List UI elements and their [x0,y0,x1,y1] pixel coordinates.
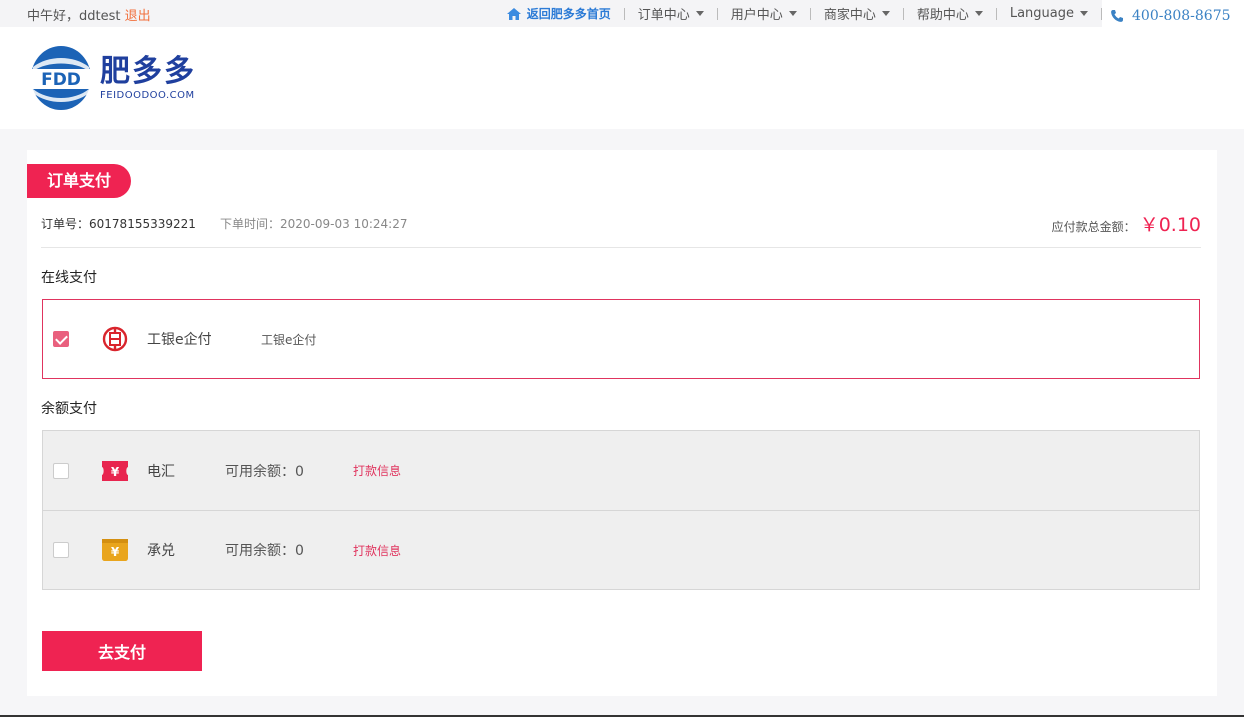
payment-option-icbc[interactable]: 工银e企付 工银e企付 [42,299,1200,379]
nav-user-center[interactable]: 用户中心 [718,4,810,23]
nav-label: 订单中心 [637,8,690,23]
svg-text:¥: ¥ [111,465,120,479]
available-balance-value: 0 [295,463,304,480]
icbc-icon [100,326,130,352]
order-number-value: 60178155339221 [89,217,196,231]
home-link-label: 返回肥多多首页 [526,7,611,21]
logo-icon: FDD [31,46,91,110]
nav-label: 商家中心 [823,8,876,23]
caret-down-icon [695,11,704,16]
wire-transfer-icon: ¥ [100,458,130,484]
phone-icon [1111,9,1123,22]
payment-name: 承兑 [147,543,175,559]
order-number: 订单号：60178155339221 [41,215,196,232]
online-payment-title: 在线支付 [41,270,97,286]
home-link[interactable]: 返回肥多多首页 [493,5,624,22]
available-balance-label: 可用余额： [225,463,295,480]
available-balance: 可用余额：0 [225,540,304,560]
balance-payment-title: 余额支付 [41,401,97,417]
nav-label: 用户中心 [730,8,783,23]
available-balance-value: 0 [295,543,304,559]
nav-language[interactable]: Language [997,6,1101,21]
logo-badge: FDD [41,70,81,90]
payment-description: 工银e企付 [261,332,317,347]
order-time: 下单时间：2020-09-03 10:24:27 [220,215,407,232]
total-amount: 应付款总金额： ￥0.10 [1052,210,1201,237]
acceptance-icon: ¥ [100,537,130,563]
nav-order-center[interactable]: 订单中心 [625,4,717,23]
site-header: FDD 肥多多 FEIDOODOO.COM [0,27,1244,129]
divider [41,247,1201,248]
section-title: 订单支付 [27,164,131,198]
order-payment-card: 订单支付 订单号：60178155339221 下单时间：2020-09-03 … [27,150,1217,696]
payment-checkbox[interactable] [53,542,69,558]
nav-label: Language [1009,6,1074,21]
nav-label: 帮助中心 [916,8,969,23]
payment-name: 电汇 [147,463,175,480]
order-number-label: 订单号： [41,217,90,231]
greeting: 中午好，ddtest 退出 [27,5,151,24]
nav-merchant-center[interactable]: 商家中心 [811,4,903,23]
caret-down-icon [974,11,983,16]
order-time-value: 2020-09-03 10:24:27 [280,217,408,231]
phone-number: 400-808-8675 [1132,7,1231,24]
payment-checkbox[interactable] [53,331,69,347]
greeting-text: 中午好，ddtest [27,9,121,24]
available-balance-label: 可用余额： [225,543,295,559]
payment-option-acceptance[interactable]: ¥ 承兑 可用余额：0 打款信息 [42,510,1200,590]
go-pay-button[interactable]: 去支付 [42,631,202,671]
payment-name: 工银e企付 [147,332,212,348]
top-nav: 返回肥多多首页 订单中心 用户中心 商家中心 帮助中心 Language 400… [493,0,1244,31]
svg-text:¥: ¥ [111,545,120,559]
caret-down-icon [788,11,797,16]
payment-checkbox[interactable] [53,462,69,479]
logo-name-cn: 肥多多 [100,53,196,89]
site-logo[interactable]: FDD 肥多多 FEIDOODOO.COM [30,45,196,111]
total-amount-label: 应付款总金额： [1051,220,1136,234]
home-icon [506,7,521,20]
remittance-info-link[interactable]: 打款信息 [353,542,401,559]
available-balance: 可用余额：0 [225,461,304,481]
remittance-info-link[interactable]: 打款信息 [353,462,401,479]
caret-down-icon [1080,11,1088,16]
logo-text: 肥多多 FEIDOODOO.COM [100,53,196,101]
total-amount-value: ￥0.10 [1139,214,1201,236]
logout-link[interactable]: 退出 [125,9,151,24]
logo-name-en: FEIDOODOO.COM [100,89,195,101]
caret-down-icon [881,11,890,16]
order-time-label: 下单时间： [220,217,281,231]
nav-help-center[interactable]: 帮助中心 [904,4,996,23]
top-bar: 中午好，ddtest 退出 返回肥多多首页 订单中心 用户中心 商家中心 帮助中… [0,0,1244,31]
payment-option-wire-transfer[interactable]: ¥ 电汇 可用余额：0 打款信息 [42,430,1200,511]
